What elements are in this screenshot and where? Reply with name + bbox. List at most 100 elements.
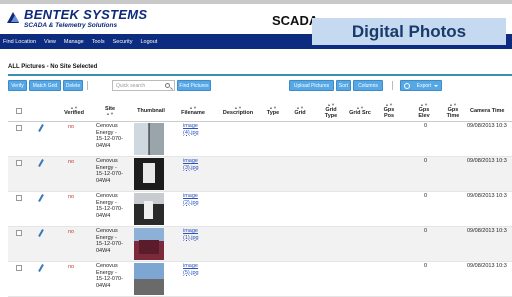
pencil-edit-icon[interactable] xyxy=(38,264,44,272)
export-button[interactable]: Export xyxy=(400,80,442,91)
camera-time-value: 09/08/2013 10:3 xyxy=(467,193,507,199)
site-value: Cenovus Energy - 15-12-070-04W4 xyxy=(96,158,123,184)
gps-elev-value: 0 xyxy=(424,158,428,164)
filename-link[interactable]: image (4).jpg xyxy=(183,123,211,136)
camera-time-value: 09/08/2013 10:3 xyxy=(467,228,507,234)
row-checkbox[interactable] xyxy=(16,160,22,166)
site-value: Cenovus Energy - 15-12-070-04W4 xyxy=(96,263,123,289)
match-grid-button[interactable]: Match Grid xyxy=(29,80,61,91)
section-divider xyxy=(8,74,512,76)
site-value: Cenovus Energy - 15-12-070-04W4 xyxy=(96,123,123,149)
nav-manage[interactable]: Manage xyxy=(64,39,84,45)
column-header-type[interactable]: ▲▼ Type xyxy=(262,100,284,122)
toolbar-separator xyxy=(392,81,393,90)
site-value: Cenovus Energy - 15-12-070-04W4 xyxy=(96,228,123,254)
table-row[interactable]: no Cenovus Energy - 15-12-070-04W4 image… xyxy=(8,227,512,262)
column-label: Grid Type xyxy=(324,107,338,120)
column-header-verified[interactable]: ▲▼ Verified xyxy=(58,100,90,122)
table-row[interactable]: no Cenovus Energy - 15-12-070-04W4 image… xyxy=(8,122,512,157)
thumbnail-image[interactable] xyxy=(134,228,164,260)
pencil-edit-icon[interactable] xyxy=(38,159,44,167)
upload-pictures-button[interactable]: Upload Pictures xyxy=(289,80,334,91)
select-all-checkbox[interactable] xyxy=(16,108,22,114)
verified-value: no xyxy=(68,264,75,270)
verified-value: no xyxy=(68,159,75,165)
row-checkbox[interactable] xyxy=(16,265,22,271)
column-label: Filename xyxy=(181,110,205,117)
bentek-logo-inner-icon xyxy=(11,15,19,22)
filename-link[interactable]: image (2).jpg xyxy=(183,193,211,206)
brand-name: BENTEK SYSTEMS xyxy=(24,7,148,22)
nav-find-location[interactable]: Find Location xyxy=(3,39,36,45)
filename-link[interactable]: image (3).jpg xyxy=(183,158,211,171)
pictures-section-header: ALL Pictures - No Site Selected xyxy=(8,64,512,76)
pictures-toolbar: Verify Match Grid Delete Quick search Fi… xyxy=(8,80,512,94)
column-header-gps-time[interactable]: ▲▼ Gps Time xyxy=(442,100,464,122)
table-row[interactable]: no Cenovus Energy - 15-12-070-04W4 image… xyxy=(8,157,512,192)
camera-time-value: 09/08/2013 10:3 xyxy=(467,263,507,269)
sort-button[interactable]: Sort xyxy=(336,80,351,91)
column-header-gps-pos[interactable]: ▲▼ Gps Pos xyxy=(378,100,400,122)
column-header-description[interactable]: ▲▼ Description xyxy=(218,100,258,122)
find-pictures-button[interactable]: Find Pictures xyxy=(177,80,211,91)
filename-link[interactable]: image (5).jpg xyxy=(183,263,211,276)
verify-button[interactable]: Verify xyxy=(8,80,27,91)
column-label: Thumbnail xyxy=(137,107,165,114)
pictures-table: ▲▼ Verified Site ▲▼ Thumbnail ▲▼ Filename ▲… xyxy=(8,100,512,297)
column-header-thumbnail: Thumbnail xyxy=(132,100,170,122)
column-header-grid[interactable]: ▲▼ Grid xyxy=(289,100,311,122)
column-label: Gps Pos xyxy=(383,107,395,120)
column-header-gps-elev[interactable]: ▲▼ Gps Elev xyxy=(413,100,435,122)
nav-security[interactable]: Security xyxy=(113,39,133,45)
search-placeholder: Quick search xyxy=(116,82,146,89)
verified-value: no xyxy=(68,194,75,200)
row-checkbox[interactable] xyxy=(16,195,22,201)
column-header-grid-type[interactable]: ▲▼ Grid Type xyxy=(320,100,342,122)
camera-time-value: 09/08/2013 10:3 xyxy=(467,158,507,164)
quick-search-input[interactable]: Quick search xyxy=(112,80,175,91)
column-label: Verified xyxy=(64,110,84,117)
column-label: Type xyxy=(266,110,280,117)
column-label: Gps Elev xyxy=(418,107,430,120)
camera-time-value: 09/08/2013 10:3 xyxy=(467,123,507,129)
nav-view[interactable]: View xyxy=(44,39,56,45)
pencil-edit-icon[interactable] xyxy=(38,124,44,132)
thumbnail-image[interactable] xyxy=(134,263,164,295)
pencil-edit-icon[interactable] xyxy=(38,194,44,202)
column-label: Grid Src xyxy=(349,110,371,117)
select-all-header[interactable] xyxy=(14,100,24,122)
export-icon xyxy=(404,83,410,89)
nav-logout[interactable]: Logout xyxy=(140,39,157,45)
chevron-down-icon xyxy=(434,85,438,87)
row-checkbox[interactable] xyxy=(16,125,22,131)
delete-button[interactable]: Delete xyxy=(63,80,83,91)
thumbnail-image[interactable] xyxy=(134,123,164,155)
column-header-grid-src[interactable]: ▲▼ Grid Src xyxy=(349,100,371,122)
column-header-site[interactable]: Site ▲▼ xyxy=(94,100,126,122)
nav-tools[interactable]: Tools xyxy=(92,39,105,45)
brand-tagline: SCADA & Telemetry Solutions xyxy=(24,22,118,29)
search-icon[interactable] xyxy=(165,83,170,88)
columns-button[interactable]: Columns xyxy=(353,80,383,91)
column-label: Description xyxy=(222,110,254,117)
thumbnail-image[interactable] xyxy=(134,158,164,190)
table-row[interactable]: no Cenovus Energy - 15-12-070-04W4 image… xyxy=(8,262,512,297)
sort-icon: ▲▼ xyxy=(106,110,114,116)
thumbnail-image[interactable] xyxy=(134,193,164,225)
toolbar-separator xyxy=(87,81,88,90)
column-label: Gps Time xyxy=(446,107,460,120)
gps-elev-value: 0 xyxy=(424,193,428,199)
pencil-edit-icon[interactable] xyxy=(38,229,44,237)
filename-link[interactable]: image (1).jpg xyxy=(183,228,211,241)
gps-elev-value: 0 xyxy=(424,228,428,234)
verified-value: no xyxy=(68,124,75,130)
gps-elev-value: 0 xyxy=(424,123,428,129)
export-label: Export xyxy=(416,82,432,89)
verified-value: no xyxy=(68,229,75,235)
column-header-camera-time[interactable]: Camera Time xyxy=(470,100,512,122)
table-row[interactable]: no Cenovus Energy - 15-12-070-04W4 image… xyxy=(8,192,512,227)
column-header-filename[interactable]: ▲▼ Filename xyxy=(176,100,210,122)
row-checkbox[interactable] xyxy=(16,230,22,236)
digital-photos-banner: Digital Photos xyxy=(312,18,506,45)
table-header: ▲▼ Verified Site ▲▼ Thumbnail ▲▼ Filename ▲… xyxy=(8,100,512,122)
